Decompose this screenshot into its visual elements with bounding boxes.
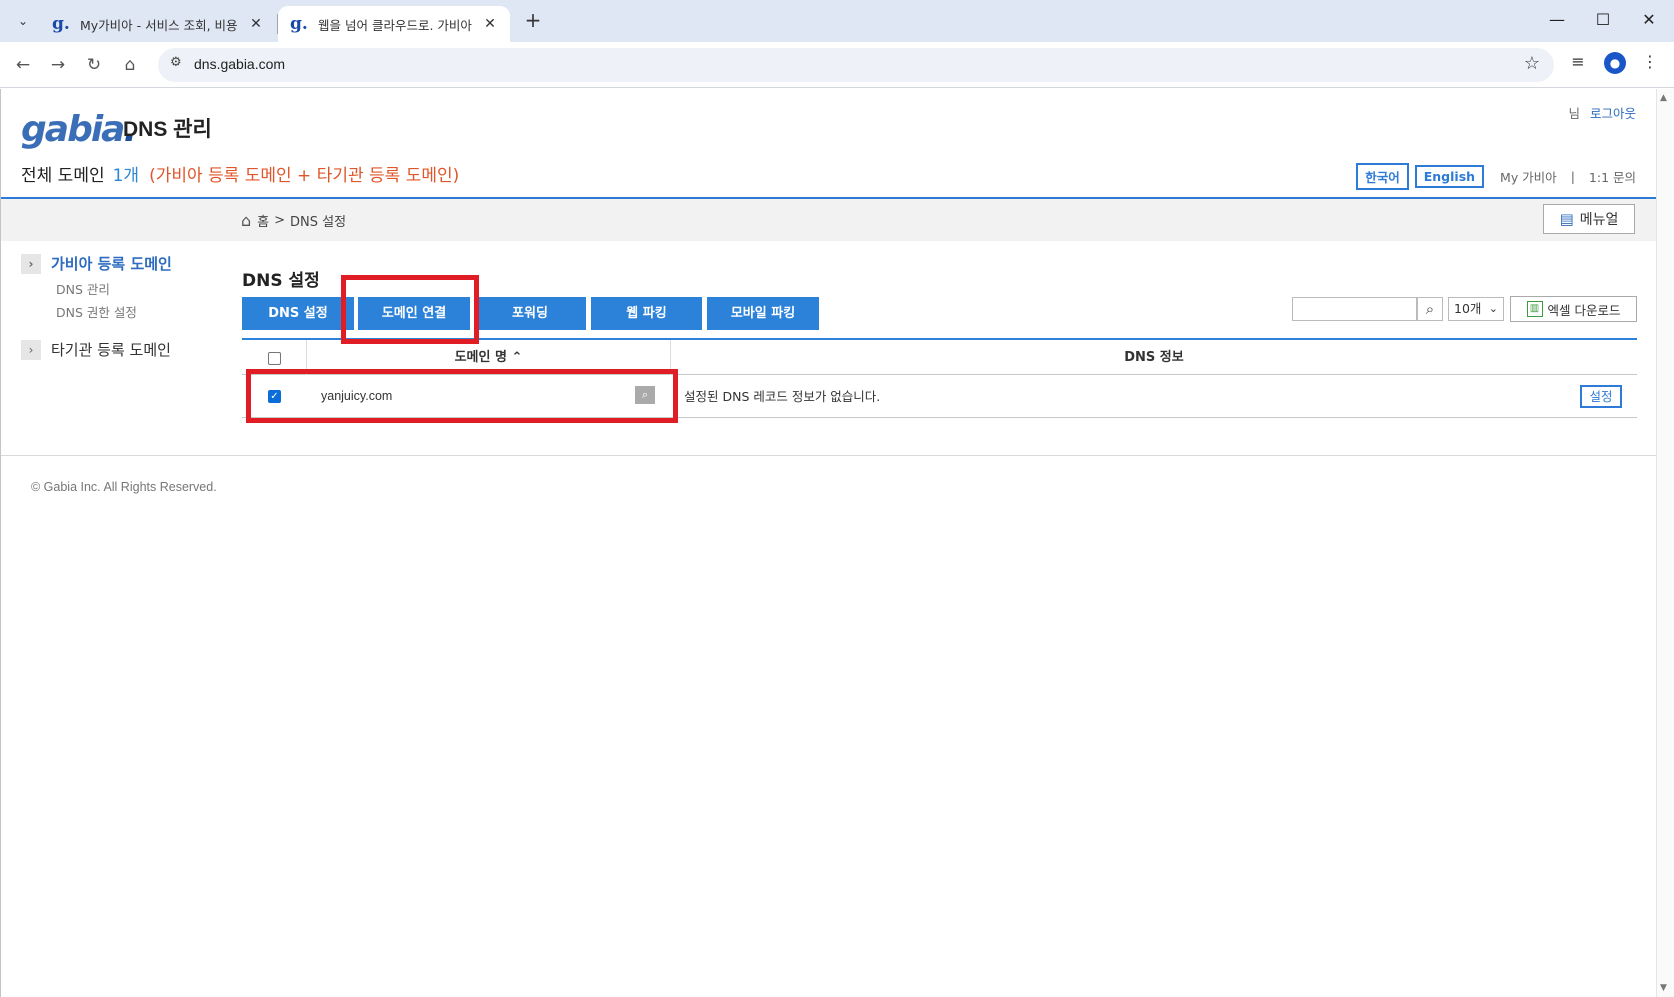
window-close-button[interactable]: ✕ [1626, 6, 1672, 34]
spreadsheet-chart-icon: ▥ [1526, 301, 1543, 317]
dns-info-text: 설정된 DNS 레코드 정보가 없습니다. [684, 389, 881, 404]
select-all-checkbox[interactable] [268, 352, 281, 365]
sidebar-subitem-dns-permission[interactable]: DNS 권한 설정 [56, 302, 137, 321]
scroll-down-arrow-icon[interactable]: ▼ [1660, 983, 1667, 993]
tab-close-icon[interactable]: ✕ [248, 16, 264, 32]
tab-title: 웹을 넘어 클라우드로. 가비아 [318, 17, 472, 33]
breadcrumb-home[interactable]: 홈 [257, 211, 269, 230]
document-list-icon: ▤ [1559, 210, 1574, 228]
home-icon[interactable]: ⌂ [116, 51, 144, 79]
breadcrumb-current: DNS 설정 [290, 215, 347, 230]
chevron-right-icon: › [21, 253, 41, 274]
summary-label: 전체 도메인 [21, 166, 105, 186]
forward-arrow-icon[interactable]: → [44, 51, 72, 79]
copyright-text: © Gabia Inc. All Rights Reserved. [31, 480, 217, 494]
domain-search-input[interactable] [1292, 297, 1417, 321]
media-queue-icon[interactable]: ≡ [1564, 52, 1592, 78]
logo-text: gabia [21, 109, 125, 150]
tab-close-icon[interactable]: ✕ [482, 16, 498, 32]
window-maximize-button[interactable]: ☐ [1580, 6, 1626, 34]
settings-button[interactable]: 설정 [1580, 385, 1622, 408]
bookmark-star-icon[interactable]: ☆ [1524, 53, 1540, 74]
sidebar-item-other-domains[interactable]: › 타기관 등록 도메인 [21, 339, 171, 360]
excel-download-button[interactable]: ▥ 엑셀 다운로드 [1510, 296, 1637, 322]
tab-mobile-parking[interactable]: 모바일 파킹 [707, 297, 819, 330]
sidebar-item-label: 가비아 등록 도메인 [51, 255, 172, 273]
lang-english-button[interactable]: English [1414, 164, 1485, 188]
manual-label: 메뉴얼 [1579, 212, 1619, 228]
profile-avatar-icon[interactable]: ● [1604, 52, 1626, 74]
breadcrumb-sep: > [274, 213, 286, 228]
sidebar-subitem-dns-manage[interactable]: DNS 관리 [56, 279, 110, 298]
highlight-box-domain-row [246, 369, 678, 423]
manual-button[interactable]: ▤ 메뉴얼 [1543, 204, 1635, 234]
home-icon[interactable]: ⌂ [241, 211, 251, 230]
chevron-right-icon: › [21, 339, 41, 360]
my-gabia-link[interactable]: My 가비아 [1500, 167, 1557, 186]
inquiry-link[interactable]: 1:1 문의 [1589, 167, 1636, 186]
browser-tab-bar: ⌄ g. My가비아 - 서비스 조회, 비용 ✕ g. 웹을 넘어 클라우드로… [0, 0, 1674, 42]
section-title: DNS 설정 [242, 271, 320, 291]
page-content: gabia. DNS 관리 님 로그아웃 전체 도메인 1개 (가비아 등록 도메인… [0, 89, 1657, 997]
back-arrow-icon[interactable]: ← [9, 51, 37, 79]
browser-menu-icon[interactable]: ⋮ [1636, 52, 1664, 78]
site-info-icon[interactable]: ⚙ [170, 55, 182, 70]
utility-links: 한국어 English My 가비아 | 1:1 문의 [1350, 162, 1636, 190]
page-size-select[interactable]: 10개 ⌄ [1448, 297, 1504, 321]
scroll-up-arrow-icon[interactable]: ▲ [1660, 93, 1667, 103]
browser-tab-mygabia[interactable]: g. My가비아 - 서비스 조회, 비용 ✕ [40, 6, 276, 42]
page-size-value: 10개 [1454, 301, 1482, 316]
sidebar-item-label: 타기관 등록 도메인 [51, 341, 171, 359]
footer-divider [1, 455, 1657, 456]
breadcrumb: ⌂ 홈 > DNS 설정 [241, 211, 346, 230]
reload-icon[interactable]: ↻ [80, 51, 108, 79]
breadcrumb-bar: ⌂ 홈 > DNS 설정 ▤ 메뉴얼 [1, 199, 1657, 241]
browser-toolbar: ← → ↻ ⌂ ⚙ dns.gabia.com ☆ ≡ ⋮ [0, 42, 1674, 88]
browser-tab-gabia-dns[interactable]: g. 웹을 넘어 클라우드로. 가비아 ✕ [278, 6, 510, 42]
gabia-favicon-icon: g. [52, 14, 70, 34]
column-header-dns-info: DNS 정보 [1124, 350, 1184, 365]
gabia-favicon-icon: g. [290, 14, 308, 34]
gabia-logo[interactable]: gabia. [21, 109, 137, 150]
summary-count: 1개 [112, 166, 140, 186]
excel-label: 엑셀 다운로드 [1547, 302, 1621, 318]
window-minimize-button[interactable]: — [1534, 6, 1580, 34]
util-separator: | [1570, 168, 1575, 184]
address-bar[interactable]: ⚙ dns.gabia.com ☆ [158, 48, 1554, 82]
highlight-box-domain-connect [341, 275, 479, 344]
logout-link[interactable]: 로그아웃 [1590, 106, 1636, 121]
summary-note: (가비아 등록 도메인 + 타기관 등록 도메인) [149, 166, 460, 186]
tab-dns-settings[interactable]: DNS 설정 [242, 297, 354, 330]
tab-title: My가비아 - 서비스 조회, 비용 [80, 17, 238, 33]
tab-search-chevron-icon[interactable]: ⌄ [10, 8, 36, 34]
chevron-down-icon: ⌄ [1488, 302, 1498, 315]
new-tab-button[interactable]: + [520, 9, 546, 33]
search-icon[interactable]: ⌕ [1417, 297, 1443, 321]
tab-web-parking[interactable]: 웹 파킹 [591, 297, 702, 330]
tab-forwarding[interactable]: 포워딩 [474, 297, 586, 330]
user-suffix: 님 [1568, 106, 1580, 121]
url-text: dns.gabia.com [194, 56, 286, 72]
page-title: DNS 관리 [123, 118, 212, 141]
user-info: 님 로그아웃 [1568, 103, 1636, 122]
domain-summary: 전체 도메인 1개 (가비아 등록 도메인 + 타기관 등록 도메인) [21, 161, 459, 186]
page-scrollbar[interactable]: ▲ ▼ [1656, 89, 1674, 997]
sidebar-item-gabia-domains[interactable]: › 가비아 등록 도메인 [21, 253, 172, 274]
lang-korean-button[interactable]: 한국어 [1356, 162, 1409, 190]
